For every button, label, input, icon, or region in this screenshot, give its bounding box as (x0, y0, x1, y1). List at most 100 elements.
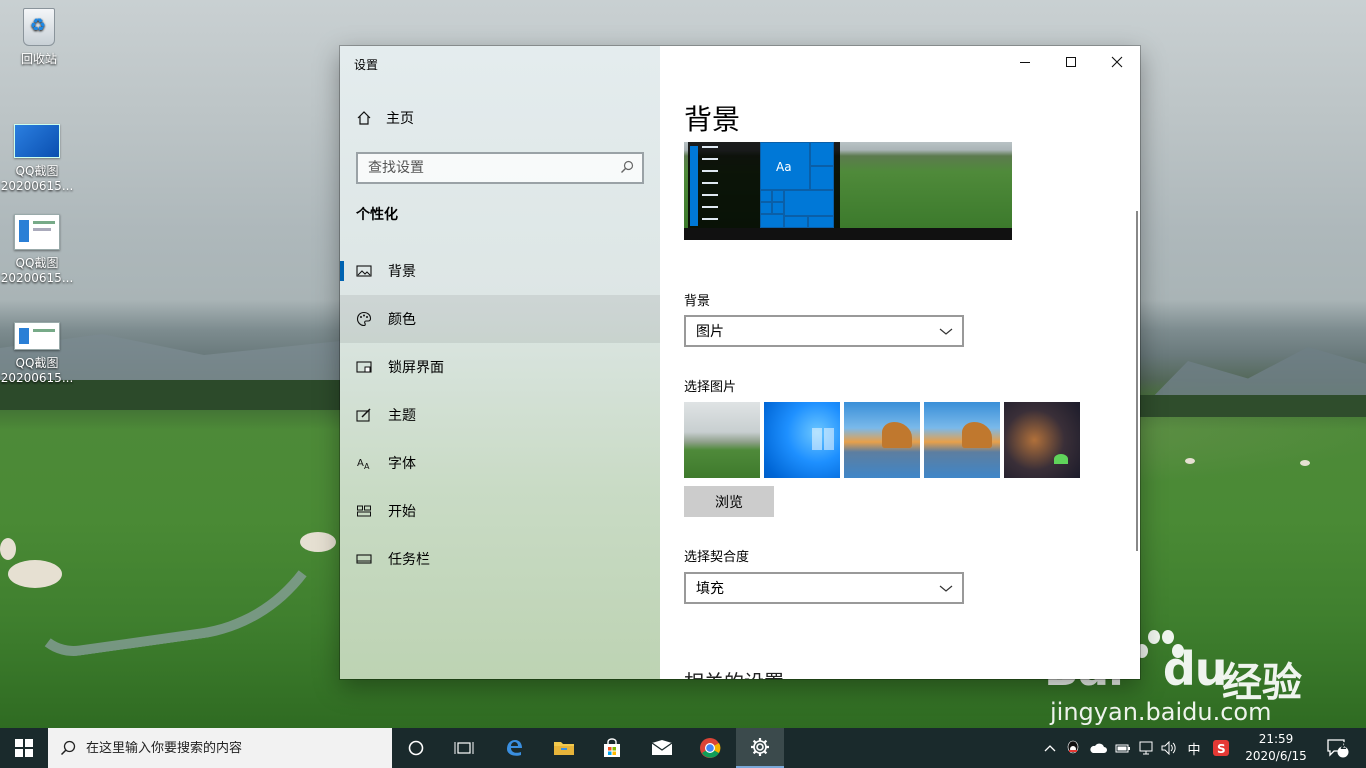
desktop-icon-screenshot[interactable]: QQ截图 20200615... (0, 322, 74, 386)
qq-penguin-icon (1067, 740, 1079, 754)
file-explorer-button[interactable] (540, 728, 588, 768)
fit-dropdown[interactable]: 填充 (684, 572, 964, 604)
tray-onedrive[interactable] (1086, 728, 1110, 768)
content-scrollbar[interactable] (1136, 211, 1138, 551)
nav-item-label: 开始 (388, 504, 416, 520)
start-grid-icon (357, 505, 371, 517)
mail-button[interactable] (638, 728, 686, 768)
settings-taskbar-button[interactable] (736, 728, 784, 768)
image-file-icon (14, 124, 60, 158)
nav-item-themes[interactable]: 主题 (340, 391, 660, 439)
maximize-button[interactable] (1048, 46, 1094, 78)
tray-input-method[interactable]: 中 (1182, 728, 1206, 768)
preview-menu-line (702, 194, 718, 196)
preview-start-rail (690, 146, 698, 226)
tray-qq[interactable] (1062, 728, 1084, 768)
preview-menu-line (702, 182, 718, 184)
tray-volume[interactable] (1158, 728, 1180, 768)
taskbar-clock[interactable]: 21:59 2020/6/15 (1240, 731, 1312, 765)
edge-button[interactable] (490, 728, 538, 768)
clock-time: 21:59 (1258, 732, 1294, 746)
close-icon (1111, 56, 1123, 68)
settings-nav-pane: 设置 主页 个性化 背景 (340, 46, 660, 679)
show-hidden-icons-button[interactable] (1040, 728, 1060, 768)
picture-thumbnail-windows-blue[interactable] (764, 402, 840, 478)
browse-button[interactable]: 浏览 (684, 486, 774, 517)
nav-item-label: 颜色 (388, 312, 416, 328)
watermark-url: jingyan.baidu.com (1050, 698, 1272, 726)
thumbnail-tent (1054, 454, 1068, 464)
preview-tile (760, 202, 772, 214)
settings-search-input[interactable] (368, 160, 608, 176)
background-type-dropdown[interactable]: 图片 (684, 315, 964, 347)
search-icon (60, 740, 76, 756)
nav-item-taskbar[interactable]: 任务栏 (340, 535, 660, 583)
background-preview: Aa (684, 142, 1012, 240)
cloud-icon (1090, 743, 1107, 753)
chrome-button[interactable] (686, 728, 734, 768)
sogou-ime-icon: S (1213, 740, 1229, 756)
desktop-icon-screenshot[interactable]: QQ截图 20200615... (0, 124, 74, 194)
picture-thumbnail-beach-rocks[interactable] (844, 402, 920, 478)
taskbar-search-input[interactable] (86, 740, 376, 756)
wallpaper-sheep (8, 560, 62, 588)
store-button[interactable] (588, 728, 636, 768)
cortana-circle-icon (408, 740, 424, 756)
task-view-button[interactable] (440, 728, 488, 768)
minimize-button[interactable] (1002, 46, 1048, 78)
windows-logo-icon (812, 428, 834, 450)
edge-browser-icon (507, 740, 522, 756)
picture-thumbnail-grassland[interactable] (684, 402, 760, 478)
nav-item-colors[interactable]: 颜色 (340, 295, 660, 343)
cortana-button[interactable] (392, 728, 440, 768)
preview-tile (772, 190, 784, 202)
picture-thumbnail-night-sky[interactable] (1004, 402, 1080, 478)
nav-item-lock-screen[interactable]: 锁屏界面 (340, 343, 660, 391)
desktop-icon-screenshot[interactable]: QQ截图 20200615... (0, 214, 74, 286)
thumbnail-rock (962, 422, 992, 448)
nav-item-background[interactable]: 背景 (340, 247, 660, 295)
home-icon (357, 111, 371, 125)
preview-menu-line (702, 218, 718, 220)
svg-text:A: A (364, 462, 370, 471)
nav-item-label: 字体 (388, 456, 416, 472)
preview-menu-line (702, 170, 718, 172)
nav-item-label: 任务栏 (388, 552, 430, 568)
chevron-down-icon (939, 328, 953, 335)
palette-icon (356, 311, 372, 327)
mail-icon (651, 740, 673, 755)
preview-tile (810, 166, 834, 190)
picture-thumbnails (684, 402, 1080, 478)
picture-icon (356, 265, 372, 277)
desktop-icon-label: QQ截图 (15, 256, 59, 270)
dropdown-value: 填充 (696, 581, 724, 597)
start-button[interactable] (0, 728, 48, 768)
window-title: 设置 (354, 58, 379, 72)
tray-network[interactable] (1136, 728, 1158, 768)
image-file-icon-detail (19, 328, 29, 344)
network-monitor-icon (1139, 741, 1153, 755)
desktop-icon-label: QQ截图 (15, 164, 59, 178)
nav-item-start[interactable]: 开始 (340, 487, 660, 535)
taskbar-icon (356, 554, 372, 564)
battery-icon (1115, 744, 1130, 753)
tray-sogou[interactable]: S (1208, 728, 1234, 768)
theme-brush-icon (356, 408, 371, 422)
taskbar-search-box[interactable] (48, 728, 392, 768)
settings-search-box[interactable] (356, 152, 644, 184)
tray-battery[interactable] (1112, 728, 1134, 768)
picture-thumbnail-beach-rocks-2[interactable] (924, 402, 1000, 478)
background-label: 背景 (684, 294, 711, 309)
nav-home[interactable]: 主页 (356, 108, 414, 128)
nav-item-fonts[interactable]: A A 字体 (340, 439, 660, 487)
image-file-icon (14, 214, 60, 250)
close-button[interactable] (1094, 46, 1140, 78)
action-center-button[interactable]: 2 (1318, 728, 1358, 768)
preview-taskbar (684, 228, 1012, 240)
desktop-icon-recycle-bin[interactable]: 回收站 (2, 8, 76, 67)
image-file-icon-detail (33, 228, 51, 231)
store-bag-icon (604, 738, 620, 757)
search-icon[interactable] (620, 160, 634, 174)
svg-text:A: A (357, 458, 364, 469)
nav-item-label: 主题 (388, 408, 416, 424)
